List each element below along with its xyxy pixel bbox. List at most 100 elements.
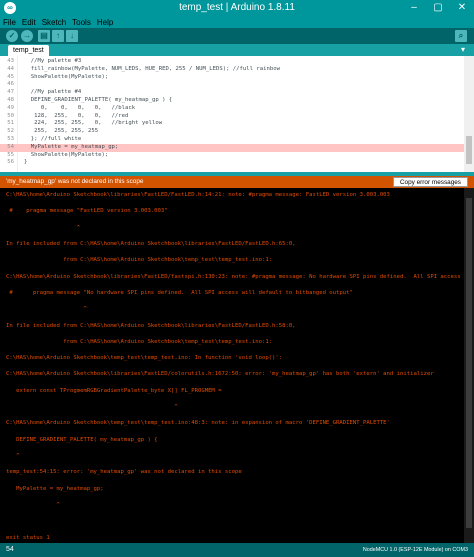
console-line: In file included from C:\HAS\home\Arduin… xyxy=(6,240,296,247)
menu-edit[interactable]: Edit xyxy=(19,17,39,28)
console-scrollbar[interactable] xyxy=(464,188,474,543)
line-number: 46 xyxy=(7,81,14,88)
minimize-button[interactable]: – xyxy=(402,0,426,17)
tab-temp-test[interactable]: temp_test xyxy=(8,45,49,56)
console-line: In file included from C:\HAS\home\Arduin… xyxy=(6,322,296,329)
code-line[interactable]: 45 ShowPalette(MyPalette); xyxy=(0,74,464,82)
maximize-button[interactable]: ▢ xyxy=(426,0,450,17)
menu-file[interactable]: File xyxy=(0,17,19,28)
copy-error-messages-button[interactable]: Copy error messages xyxy=(392,177,468,187)
console-line: from C:\HAS\home\Arduino Sketchbook\temp… xyxy=(6,338,273,345)
console-line: # pragma message "FastLED version 3.003.… xyxy=(6,208,168,215)
line-number: 44 xyxy=(7,65,14,72)
toolbar: ✓ → ▤ ↑ ↓ ⌕ xyxy=(0,28,474,44)
code-line[interactable]: 56} xyxy=(0,159,464,167)
console-line: ^ xyxy=(6,453,20,459)
console-line: C:\HAS\home\Arduino Sketchbook\libraries… xyxy=(6,371,434,378)
code-text: fill_rainbow(MyPalette, NUM_LEDS, HUE_RE… xyxy=(24,65,280,72)
line-number: 55 xyxy=(7,151,14,158)
menu-help[interactable]: Help xyxy=(94,17,116,28)
line-number: 56 xyxy=(7,159,14,166)
open-button[interactable]: ↑ xyxy=(52,30,64,42)
code-text: ShowPalette(MyPalette); xyxy=(24,151,109,158)
code-line[interactable]: 51 224, 255, 255, 0, //bright yellow xyxy=(0,120,464,128)
code-editor[interactable]: 43 //My palette #3 44 fill_rainbow(MyPale… xyxy=(0,56,474,172)
console-line: temp_test:54:15: error: 'my_heatmap_gp' … xyxy=(6,469,242,476)
code-line[interactable]: 48 DEFINE_GRADIENT_PALETTE( my_heatmap_g… xyxy=(0,97,464,105)
tab-menu-icon[interactable]: ▾ xyxy=(458,45,468,55)
save-button[interactable]: ↓ xyxy=(66,30,78,42)
console-line: # pragma message "No hardware SPI pins d… xyxy=(6,289,353,296)
code-text: MyPalette = my_heatmap_gp; xyxy=(24,143,119,150)
verify-button[interactable]: ✓ xyxy=(6,30,18,42)
code-line[interactable]: 50 128, 255, 0, 0, //red xyxy=(0,113,464,121)
error-bar: 'my_heatmap_gp' was not declared in this… xyxy=(0,176,474,188)
console-scroll-thumb[interactable] xyxy=(466,198,472,528)
board-info: NodeMCU 1.0 (ESP-12E Module) on COM3 xyxy=(362,547,468,553)
console-line: ^ xyxy=(6,501,60,508)
menu-bar: File Edit Sketch Tools Help xyxy=(0,17,474,28)
code-line[interactable]: 49 0, 0, 0, 0, //black xyxy=(0,105,464,113)
current-line-number: 54 xyxy=(6,546,14,553)
status-bar: 54 NodeMCU 1.0 (ESP-12E Module) on COM3 xyxy=(0,543,474,557)
code-text: ShowPalette(MyPalette); xyxy=(24,73,109,80)
code-text: }; //full white xyxy=(24,135,82,142)
code-line[interactable]: 43 //My palette #3 xyxy=(0,58,464,66)
console-line: ^ xyxy=(6,224,81,231)
console-text: C:\HAS\home\Arduino Sketchbook\libraries… xyxy=(6,191,461,543)
line-number: 48 xyxy=(7,96,14,103)
close-button[interactable]: ✕ xyxy=(450,0,474,17)
menu-sketch[interactable]: Sketch xyxy=(39,17,69,28)
editor-scrollbar[interactable] xyxy=(464,56,474,172)
code-text: //My palette #4 xyxy=(24,89,82,96)
new-sketch-button[interactable]: ▤ xyxy=(38,30,50,42)
code-lines: 43 //My palette #3 44 fill_rainbow(MyPale… xyxy=(0,58,464,167)
code-text: //My palette #3 xyxy=(24,58,82,64)
line-number: 47 xyxy=(7,89,14,96)
code-line[interactable]: 55 ShowPalette(MyPalette); xyxy=(0,152,464,160)
console-line: from C:\HAS\home\Arduino Sketchbook\temp… xyxy=(6,257,273,264)
code-line[interactable]: 46 xyxy=(0,81,464,89)
upload-button[interactable]: → xyxy=(21,30,33,42)
line-number: 52 xyxy=(7,128,14,135)
code-text: } xyxy=(24,159,28,166)
code-text: 255, 255, 255, 255 xyxy=(24,128,99,135)
code-line[interactable]: 44 fill_rainbow(MyPalette, NUM_LEDS, HUE… xyxy=(0,66,464,74)
code-line[interactable]: 53 }; //full white xyxy=(0,136,464,144)
serial-monitor-button[interactable]: ⌕ xyxy=(455,30,467,42)
menu-tools[interactable]: Tools xyxy=(69,17,94,28)
code-line[interactable]: 52 255, 255, 255, 255 xyxy=(0,128,464,136)
line-number: 43 xyxy=(7,58,14,64)
code-line[interactable]: 54 MyPalette = my_heatmap_gp; xyxy=(0,143,464,152)
console-line: C:\HAS\home\Arduino Sketchbook\libraries… xyxy=(6,273,461,280)
console-line: C:\HAS\home\Arduino Sketchbook\temp_test… xyxy=(6,355,283,362)
console-output[interactable]: C:\HAS\home\Arduino Sketchbook\libraries… xyxy=(0,188,474,543)
code-line[interactable]: 47 //My palette #4 xyxy=(0,89,464,97)
console-line: C:\HAS\home\Arduino Sketchbook\temp_test… xyxy=(6,420,390,427)
console-line: MyPalette = my_heatmap_gp; xyxy=(6,485,104,492)
editor-scroll-thumb[interactable] xyxy=(466,136,472,164)
code-text: 224, 255, 255, 0, //bright yellow xyxy=(24,120,163,127)
